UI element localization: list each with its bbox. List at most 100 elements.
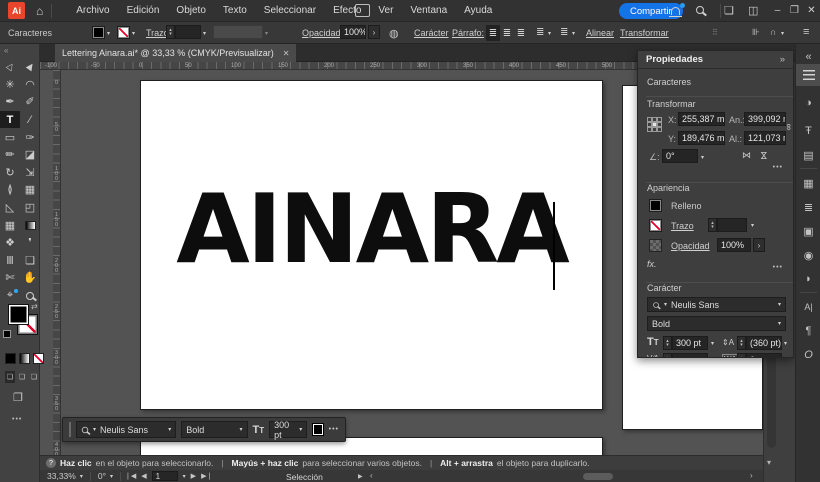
align-right-button[interactable]: ≣	[514, 25, 528, 41]
scroll-left-icon[interactable]: ‹	[370, 471, 373, 480]
dock-pathfinder-icon[interactable]: ▣	[796, 220, 820, 242]
flip-vertical-icon[interactable]: ⋈	[758, 151, 769, 160]
collapse-panel-icon[interactable]: »	[780, 54, 785, 65]
magnet-snap-icon[interactable]: ∩	[770, 27, 776, 37]
chevron-down-icon[interactable]: ▾	[784, 340, 787, 347]
tool-pen[interactable]: ✒	[0, 93, 20, 111]
stroke-color-swatch[interactable]	[117, 26, 130, 39]
menu-ayuda[interactable]: Ayuda	[464, 5, 492, 16]
tool-width[interactable]: ≬	[0, 181, 20, 199]
font-family-select[interactable]: ▾ Neulis Sans ▾	[76, 421, 176, 438]
draw-behind-button[interactable]: ❏	[17, 371, 27, 383]
guides-icon[interactable]: ⊪	[752, 27, 760, 38]
tool-direct-selection[interactable]: ▷	[0, 58, 20, 76]
kerning-stepper[interactable]: ▴▾	[663, 353, 672, 358]
chevron-down-icon[interactable]: ▾	[132, 30, 135, 37]
constrain-proportions-icon[interactable]: ∞	[784, 124, 794, 130]
tool-lasso[interactable]: ◠	[20, 76, 40, 94]
tool-rectangle[interactable]: ▭	[0, 128, 20, 146]
chevron-down-icon[interactable]: ▾	[751, 222, 754, 229]
scroll-right-icon[interactable]: ›	[750, 471, 753, 480]
more-options-icon[interactable]: •••	[773, 164, 783, 171]
search-icon[interactable]	[696, 6, 704, 17]
leading-field[interactable]: (360 pt)	[746, 336, 782, 350]
opacity-field[interactable]: 100%	[340, 25, 366, 39]
tool-pencil[interactable]: ✏	[0, 146, 20, 164]
chevron-down-icon[interactable]: ▾	[781, 30, 784, 37]
close-tab-icon[interactable]: ✕	[283, 49, 290, 58]
tool-eraser[interactable]: ◪	[20, 146, 40, 164]
tool-free-transform[interactable]: ▦	[20, 181, 40, 199]
color-button[interactable]	[5, 353, 16, 364]
tool-gradient[interactable]	[20, 216, 40, 234]
control-menu-icon[interactable]: ≡	[803, 26, 809, 38]
tool-shape-builder[interactable]: ◰	[20, 199, 40, 217]
drag-handle[interactable]	[69, 422, 71, 437]
close-button[interactable]: ✕	[804, 0, 819, 20]
text-color-swatch[interactable]	[312, 423, 323, 436]
restore-button[interactable]: ❐	[787, 0, 802, 20]
more-options-icon[interactable]: •••	[329, 426, 339, 433]
collapse-toolbar-icon[interactable]: «	[4, 46, 8, 55]
tool-scale[interactable]: ⇲	[20, 164, 40, 182]
leading-stepper[interactable]: ▴▾	[737, 336, 746, 350]
align-center-button[interactable]: ≣	[500, 25, 514, 41]
tool-magic-wand[interactable]: ✳	[0, 76, 20, 94]
chevron-down-icon[interactable]: ▾	[183, 473, 186, 480]
opacity-label[interactable]: Opacidad	[671, 241, 710, 251]
character-panel-link[interactable]: Carácter	[414, 28, 449, 38]
width-field[interactable]: 399,092 mm	[744, 112, 786, 126]
draw-inside-button[interactable]: ❏	[29, 371, 39, 383]
dock-transform-icon[interactable]: ▦	[796, 172, 820, 194]
x-field[interactable]: 255,387 mm	[678, 112, 725, 126]
next-artboard-button[interactable]: ▶	[191, 472, 196, 480]
menu-ventana[interactable]: Ventana	[410, 5, 447, 16]
fill-color-swatch[interactable]	[92, 26, 105, 39]
tool-eyedropper[interactable]: ❜	[20, 234, 40, 252]
stroke-label[interactable]: Trazo	[671, 221, 694, 231]
notifications-bell-icon[interactable]	[671, 7, 680, 15]
arrange-documents-icon[interactable]: ◫	[748, 4, 758, 17]
font-family-select[interactable]: ▾ Neulis Sans ▾	[647, 297, 786, 312]
chevron-down-icon[interactable]: ▾	[701, 154, 704, 161]
y-field[interactable]: 189,476 mm	[678, 131, 725, 145]
tool-hand[interactable]: ✋	[20, 269, 40, 287]
menu-texto[interactable]: Texto	[223, 5, 247, 16]
font-size-stepper[interactable]: ▴▾	[663, 336, 672, 350]
chevron-down-icon[interactable]: ▾	[572, 30, 575, 37]
touch-device-icon[interactable]	[355, 4, 370, 17]
dock-paragraph-icon[interactable]: ¶	[796, 320, 820, 342]
menu-seleccionar[interactable]: Seleccionar	[264, 5, 316, 16]
panel-title[interactable]: Propiedades	[646, 54, 703, 65]
lettering-text[interactable]: AINARA	[140, 190, 603, 270]
menu-ver[interactable]: Ver	[378, 5, 393, 16]
stroke-swatch[interactable]	[649, 219, 662, 232]
draw-normal-button[interactable]: ❏	[5, 371, 15, 383]
tool-curvature[interactable]: ✐	[20, 93, 40, 111]
tool-line[interactable]: ∕	[20, 111, 40, 129]
menu-objeto[interactable]: Objeto	[176, 5, 205, 16]
menu-edicion[interactable]: Edición	[127, 5, 160, 16]
dock-color-icon[interactable]: ◑	[796, 92, 820, 114]
opacity-popup-button[interactable]: ›	[368, 25, 380, 39]
none-button[interactable]	[33, 353, 44, 364]
fill-label[interactable]: Relleno	[671, 201, 702, 211]
tool-blade[interactable]: ✄	[0, 269, 20, 287]
dock-color-guide-icon[interactable]: ◉	[796, 244, 820, 266]
chevron-down-icon[interactable]: ▾	[711, 340, 714, 347]
bullet-list-icon[interactable]: ≣	[536, 27, 544, 38]
globe-icon[interactable]: ◍	[389, 27, 399, 40]
stroke-weight-field[interactable]	[717, 218, 747, 232]
height-field[interactable]: 121,073 mm	[744, 131, 786, 145]
kerning-field[interactable]	[672, 353, 708, 358]
transform-panel-link[interactable]: Transformar	[620, 28, 669, 38]
dock-gradient-icon[interactable]: ◗	[796, 268, 820, 290]
artboard-number-field[interactable]: 1	[152, 471, 178, 481]
fill-swatch[interactable]	[649, 199, 662, 212]
tracking-stepper[interactable]: ▴▾	[737, 353, 746, 358]
opacity-popup-button[interactable]: ›	[753, 238, 765, 252]
tool-selection[interactable]: ▶	[20, 58, 40, 76]
workspace-switcher-icon[interactable]: ❏	[724, 4, 734, 17]
default-fill-stroke-icon[interactable]	[3, 330, 11, 338]
tracking-field[interactable]: 0	[746, 353, 782, 358]
